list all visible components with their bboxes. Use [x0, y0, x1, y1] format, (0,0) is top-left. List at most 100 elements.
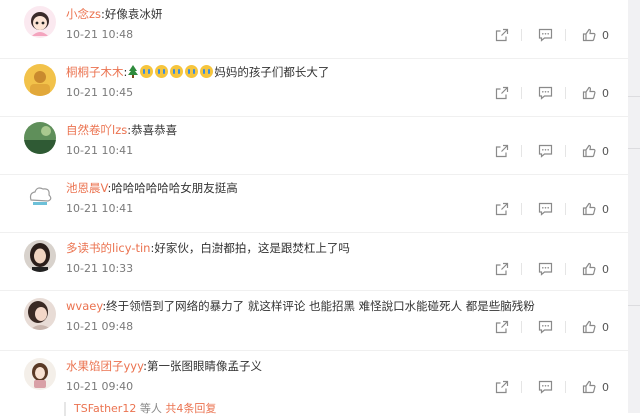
reply-count[interactable]: 共4条回复 [165, 402, 216, 415]
avatar[interactable] [24, 180, 56, 212]
comment-icon [538, 86, 553, 100]
share-icon [495, 262, 509, 276]
comment-icon [538, 144, 553, 158]
avatar[interactable] [24, 6, 56, 38]
avatar[interactable] [24, 298, 56, 330]
comment-username[interactable]: 小念zs [66, 7, 101, 21]
share-button[interactable] [495, 380, 509, 394]
comment-line: 多读书的licy-tin:好家伙，白澍都拍，这是跟焚杠上了吗 [66, 240, 350, 256]
comment-icon [538, 202, 553, 216]
like-count: 0 [602, 380, 609, 394]
divider [521, 87, 522, 99]
reply-button[interactable] [538, 86, 553, 100]
comment-actions: 0 [495, 379, 610, 395]
comment-item: 多读书的licy-tin:好家伙，白澍都拍，这是跟焚杠上了吗 10-21 10:… [0, 232, 628, 291]
divider [565, 29, 566, 41]
strip-tick [628, 96, 640, 97]
reply-button[interactable] [538, 262, 553, 276]
share-icon [495, 202, 509, 216]
share-button[interactable] [495, 262, 509, 276]
comment-time: 10-21 10:48 [66, 28, 134, 41]
comment-text: :恭喜恭喜 [127, 123, 178, 137]
like-button[interactable]: 0 [582, 28, 610, 42]
like-count: 0 [602, 144, 609, 158]
share-icon [495, 320, 509, 334]
share-icon [495, 380, 509, 394]
comment-actions: 0 [495, 201, 610, 217]
strip-tick [628, 305, 640, 306]
comment-time: 10-21 10:33 [66, 262, 134, 275]
divider [521, 381, 522, 393]
divider [521, 321, 522, 333]
comment-actions: 0 [495, 319, 610, 335]
comment-time: 10-21 10:41 [66, 202, 134, 215]
reply-button[interactable] [538, 28, 553, 42]
reply-user[interactable]: TSFather12 [74, 402, 136, 415]
share-icon [495, 144, 509, 158]
thumbs-up-icon [582, 202, 596, 216]
share-button[interactable] [495, 86, 509, 100]
comment-item: wvaey:终于领悟到了网络的暴力了 就这样评论 也能招黑 难怪說口水能碰死人 … [0, 292, 628, 351]
comment-item: 小念zs:好像袁冰妍 10-21 10:48 0 [0, 0, 628, 59]
comment-icon [538, 320, 553, 334]
comment-text: :好家伙，白澍都拍，这是跟焚杠上了吗 [150, 241, 350, 255]
reply-button[interactable] [538, 380, 553, 394]
strip-tick [628, 148, 640, 149]
avatar[interactable] [24, 122, 56, 154]
thumbs-up-icon [582, 262, 596, 276]
like-button[interactable]: 0 [582, 320, 610, 334]
comment-line: wvaey:终于领悟到了网络的暴力了 就这样评论 也能招黑 难怪說口水能碰死人 … [66, 298, 535, 314]
share-button[interactable] [495, 202, 509, 216]
comment-text: :终于领悟到了网络的暴力了 就这样评论 也能招黑 难怪說口水能碰死人 都是些脑残… [102, 299, 535, 313]
comment-username[interactable]: 水果馅团子yyy [66, 359, 143, 373]
like-button[interactable]: 0 [582, 380, 610, 394]
avatar[interactable] [24, 240, 56, 272]
comment-username[interactable]: 桐桐子木木 [66, 65, 124, 79]
like-count: 0 [602, 320, 609, 334]
like-button[interactable]: 0 [582, 202, 610, 216]
like-button[interactable]: 0 [582, 144, 610, 158]
avatar[interactable] [24, 358, 56, 390]
divider [521, 263, 522, 275]
comment-username[interactable]: 自然卷吖lzs [66, 123, 127, 137]
avatar[interactable] [24, 64, 56, 96]
comment-time: 10-21 09:48 [66, 320, 134, 333]
crying-emoji [185, 65, 199, 78]
share-button[interactable] [495, 320, 509, 334]
comment-actions: 0 [495, 27, 610, 43]
comment-text: : [123, 65, 128, 79]
like-count: 0 [602, 202, 609, 216]
comment-time: 10-21 10:41 [66, 144, 134, 157]
divider [521, 203, 522, 215]
share-button[interactable] [495, 144, 509, 158]
comment-username[interactable]: 池恩晨V [66, 181, 107, 195]
comment-time: 10-21 10:45 [66, 86, 134, 99]
comment-item: 池恩晨V:哈哈哈哈哈哈女朋友挺高 10-21 10:41 0 [0, 174, 628, 233]
comment-actions: 0 [495, 85, 610, 101]
tree-emoji [128, 65, 139, 78]
divider [565, 263, 566, 275]
like-count: 0 [602, 28, 609, 42]
divider [565, 381, 566, 393]
like-button[interactable]: 0 [582, 86, 610, 100]
comment-icon [538, 262, 553, 276]
crying-emoji [170, 65, 184, 78]
reply-button[interactable] [538, 144, 553, 158]
comment-list: 小念zs:好像袁冰妍 10-21 10:48 0 桐桐子木木: 妈妈的孩子们都长… [0, 0, 628, 413]
comment-username[interactable]: wvaey [66, 299, 102, 313]
comment-icon [538, 28, 553, 42]
divider [565, 321, 566, 333]
share-icon [495, 86, 509, 100]
thumbs-up-icon [582, 28, 596, 42]
crying-emoji [155, 65, 169, 78]
comment-line: 水果馅团子yyy:第一张图眼睛像孟子义 [66, 358, 262, 374]
more-replies-link[interactable]: TSFather12 等人 共4条回复 [64, 402, 216, 416]
like-count: 0 [602, 262, 609, 276]
reply-mid-text: 等人 [139, 402, 162, 415]
like-button[interactable]: 0 [582, 262, 610, 276]
divider [521, 145, 522, 157]
comment-username[interactable]: 多读书的licy-tin [66, 241, 150, 255]
reply-button[interactable] [538, 320, 553, 334]
share-button[interactable] [495, 28, 509, 42]
reply-button[interactable] [538, 202, 553, 216]
